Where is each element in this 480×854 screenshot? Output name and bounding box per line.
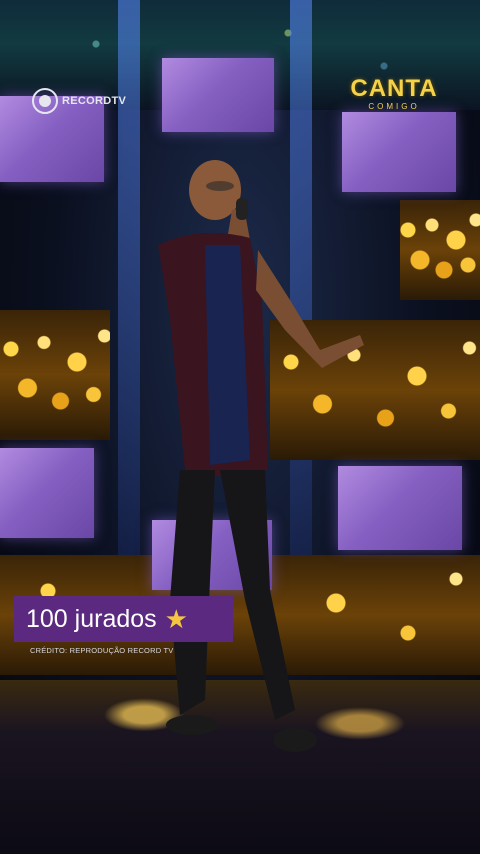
caption-text: 100 jurados [26, 605, 157, 633]
record-logo-icon [32, 88, 58, 114]
singer-figure [158, 160, 364, 752]
show-logo-title: CANTA [350, 75, 438, 102]
caption-banner: 100 jurados ★ [14, 596, 233, 642]
video-frame: RECORDTV CANTA COMIGO 100 jurados ★ CRÉD… [0, 0, 480, 854]
show-logo-subtitle: COMIGO [368, 102, 420, 111]
show-logo: CANTA COMIGO [346, 76, 442, 112]
photo-credit: CRÉDITO: REPRODUÇÃO RECORD TV [30, 646, 174, 655]
channel-name: RECORDTV [62, 95, 127, 107]
star-icon: ★ [164, 604, 188, 634]
channel-watermark: RECORDTV [32, 88, 126, 114]
